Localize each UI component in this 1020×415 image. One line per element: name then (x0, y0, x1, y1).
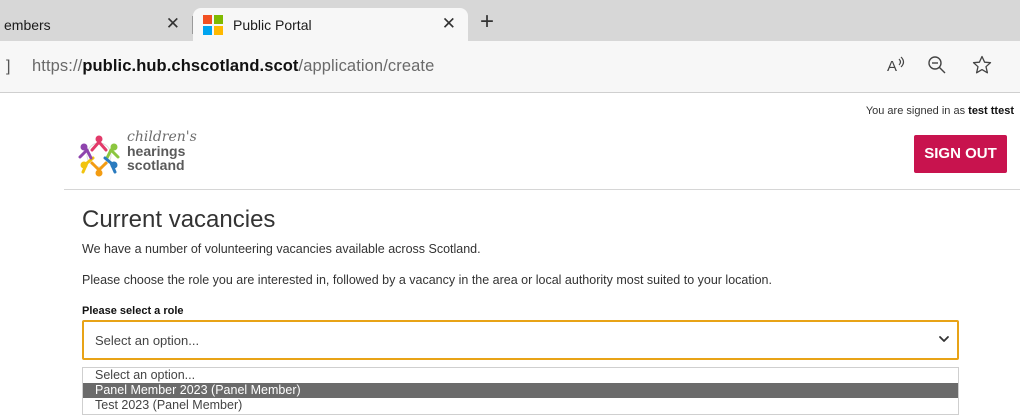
signed-in-user: test ttest (968, 105, 1014, 117)
tab-actions-icon[interactable]: ] (6, 58, 10, 76)
zoom-out-icon[interactable] (925, 55, 949, 79)
page-title: Current vacancies (82, 206, 276, 233)
url-path: /application/create (298, 57, 435, 75)
intro-text: We have a number of volunteering vacanci… (82, 242, 481, 256)
close-icon[interactable]: ✕ (166, 15, 180, 33)
microsoft-logo-icon (203, 14, 223, 35)
chevron-down-icon (939, 336, 949, 342)
logo-line: scotland (127, 157, 185, 173)
browser-tab-public-portal[interactable]: Public Portal ✕ (193, 8, 468, 41)
new-tab-button[interactable]: + (474, 10, 500, 36)
tab-title: embers (4, 16, 51, 33)
read-aloud-icon[interactable]: A (884, 55, 908, 79)
logo-line: hearings (127, 143, 186, 159)
childrens-hearings-logo-icon (78, 135, 120, 177)
favorite-star-icon[interactable] (970, 55, 994, 79)
svg-text:A: A (887, 58, 897, 75)
address-bar: ] https://public.hub.chscotland.scot/app… (0, 41, 1020, 93)
role-options-list: Select an option... Panel Member 2023 (P… (82, 367, 959, 415)
url-host: public.hub.chscotland.scot (82, 57, 299, 75)
role-select-value: Select an option... (95, 333, 200, 348)
role-option[interactable]: Panel Member 2023 (Panel Member) (83, 383, 958, 398)
browser-tab-members[interactable]: embers ✕ (0, 8, 192, 41)
logo-wordmark: children's hearings scotland (127, 130, 197, 172)
signed-in-status: You are signed in as test ttest (866, 105, 1014, 117)
signed-in-prefix: You are signed in as (865, 105, 966, 117)
role-option[interactable]: Select an option... (83, 368, 958, 383)
sign-out-button[interactable]: SIGN OUT (914, 135, 1007, 173)
role-option[interactable]: Test 2023 (Panel Member) (83, 398, 958, 413)
role-select[interactable]: Select an option... (82, 320, 959, 360)
url-field[interactable]: https://public.hub.chscotland.scot/appli… (32, 57, 434, 76)
header-divider (64, 189, 1020, 190)
close-icon[interactable]: ✕ (442, 15, 456, 33)
site-logo[interactable]: children's hearings scotland (74, 130, 204, 180)
instructions-text: Please choose the role you are intereste… (82, 273, 772, 287)
browser-tab-bar: embers ✕ Public Portal ✕ + (0, 0, 1020, 41)
logo-line: children's (127, 129, 197, 145)
tab-title: Public Portal (233, 16, 312, 33)
role-select-label: Please select a role (82, 305, 184, 317)
url-protocol: https:// (32, 57, 83, 75)
